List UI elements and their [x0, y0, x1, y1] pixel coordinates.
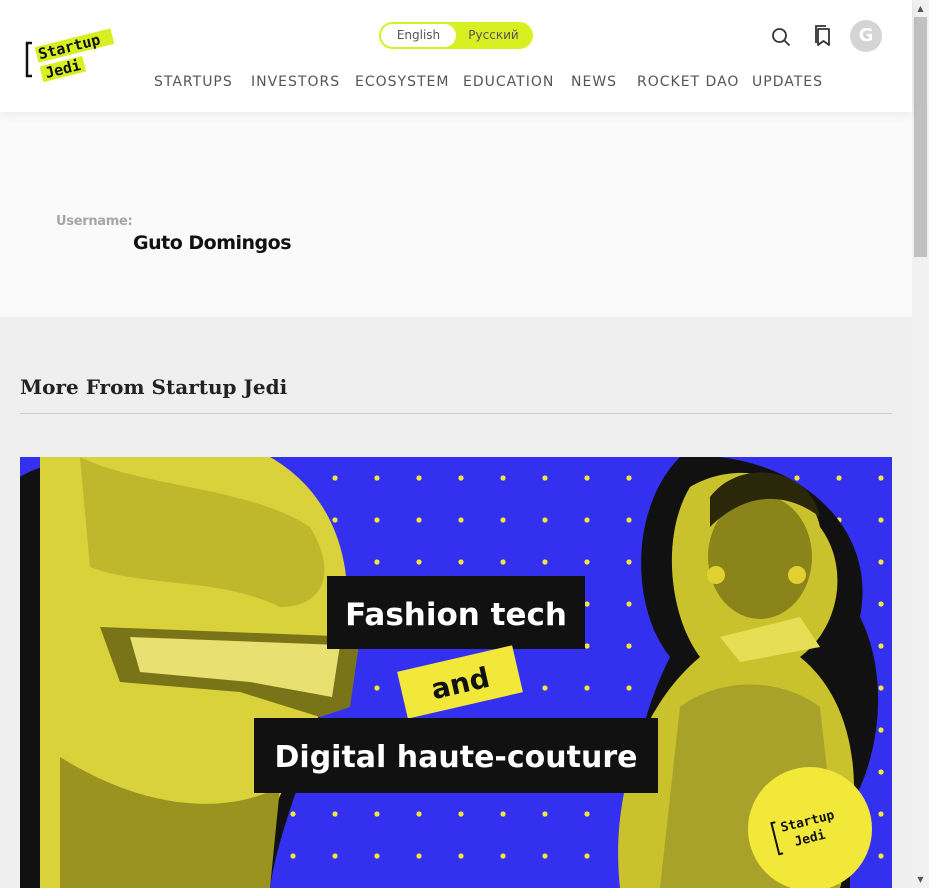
language-russian-button[interactable]: Русский [456, 24, 531, 47]
article-card-image: Fashion tech and Digital haute-couture S… [20, 457, 892, 888]
page-scrollbar[interactable]: ▲ ▼ [912, 0, 929, 888]
search-icon[interactable] [771, 27, 791, 47]
more-from-heading: More From Startup Jedi [20, 375, 288, 399]
site-header: Startup Jedi English Русский G STARTUPS … [0, 0, 912, 112]
scroll-down-arrow-icon[interactable]: ▼ [912, 871, 929, 888]
heading-divider [20, 413, 892, 414]
username-label: Username: [56, 214, 133, 229]
card-line-1: Fashion tech [345, 597, 567, 633]
nav-rocket-dao[interactable]: ROCKET DAO [637, 74, 739, 90]
username-value: Guto Domingos [133, 232, 292, 254]
nav-investors[interactable]: INVESTORS [251, 74, 340, 90]
nav-news[interactable]: NEWS [571, 74, 617, 90]
language-english-button[interactable]: English [381, 24, 456, 47]
user-avatar[interactable]: G [850, 20, 882, 52]
nav-updates[interactable]: UPDATES [752, 74, 823, 90]
profile-section: Username: Guto Domingos [0, 112, 912, 317]
bookmarks-icon[interactable] [813, 24, 833, 48]
scroll-up-arrow-icon[interactable]: ▲ [912, 0, 929, 17]
language-switch: English Русский [379, 22, 533, 49]
scrollbar-thumb[interactable] [914, 17, 927, 257]
nav-education[interactable]: EDUCATION [463, 74, 554, 90]
nav-startups[interactable]: STARTUPS [154, 74, 233, 90]
article-card[interactable]: Fashion tech and Digital haute-couture S… [20, 457, 892, 888]
startup-jedi-logo[interactable]: Startup Jedi [24, 28, 124, 84]
nav-ecosystem[interactable]: ECOSYSTEM [355, 74, 449, 90]
card-line-3: Digital haute-couture [275, 740, 638, 775]
